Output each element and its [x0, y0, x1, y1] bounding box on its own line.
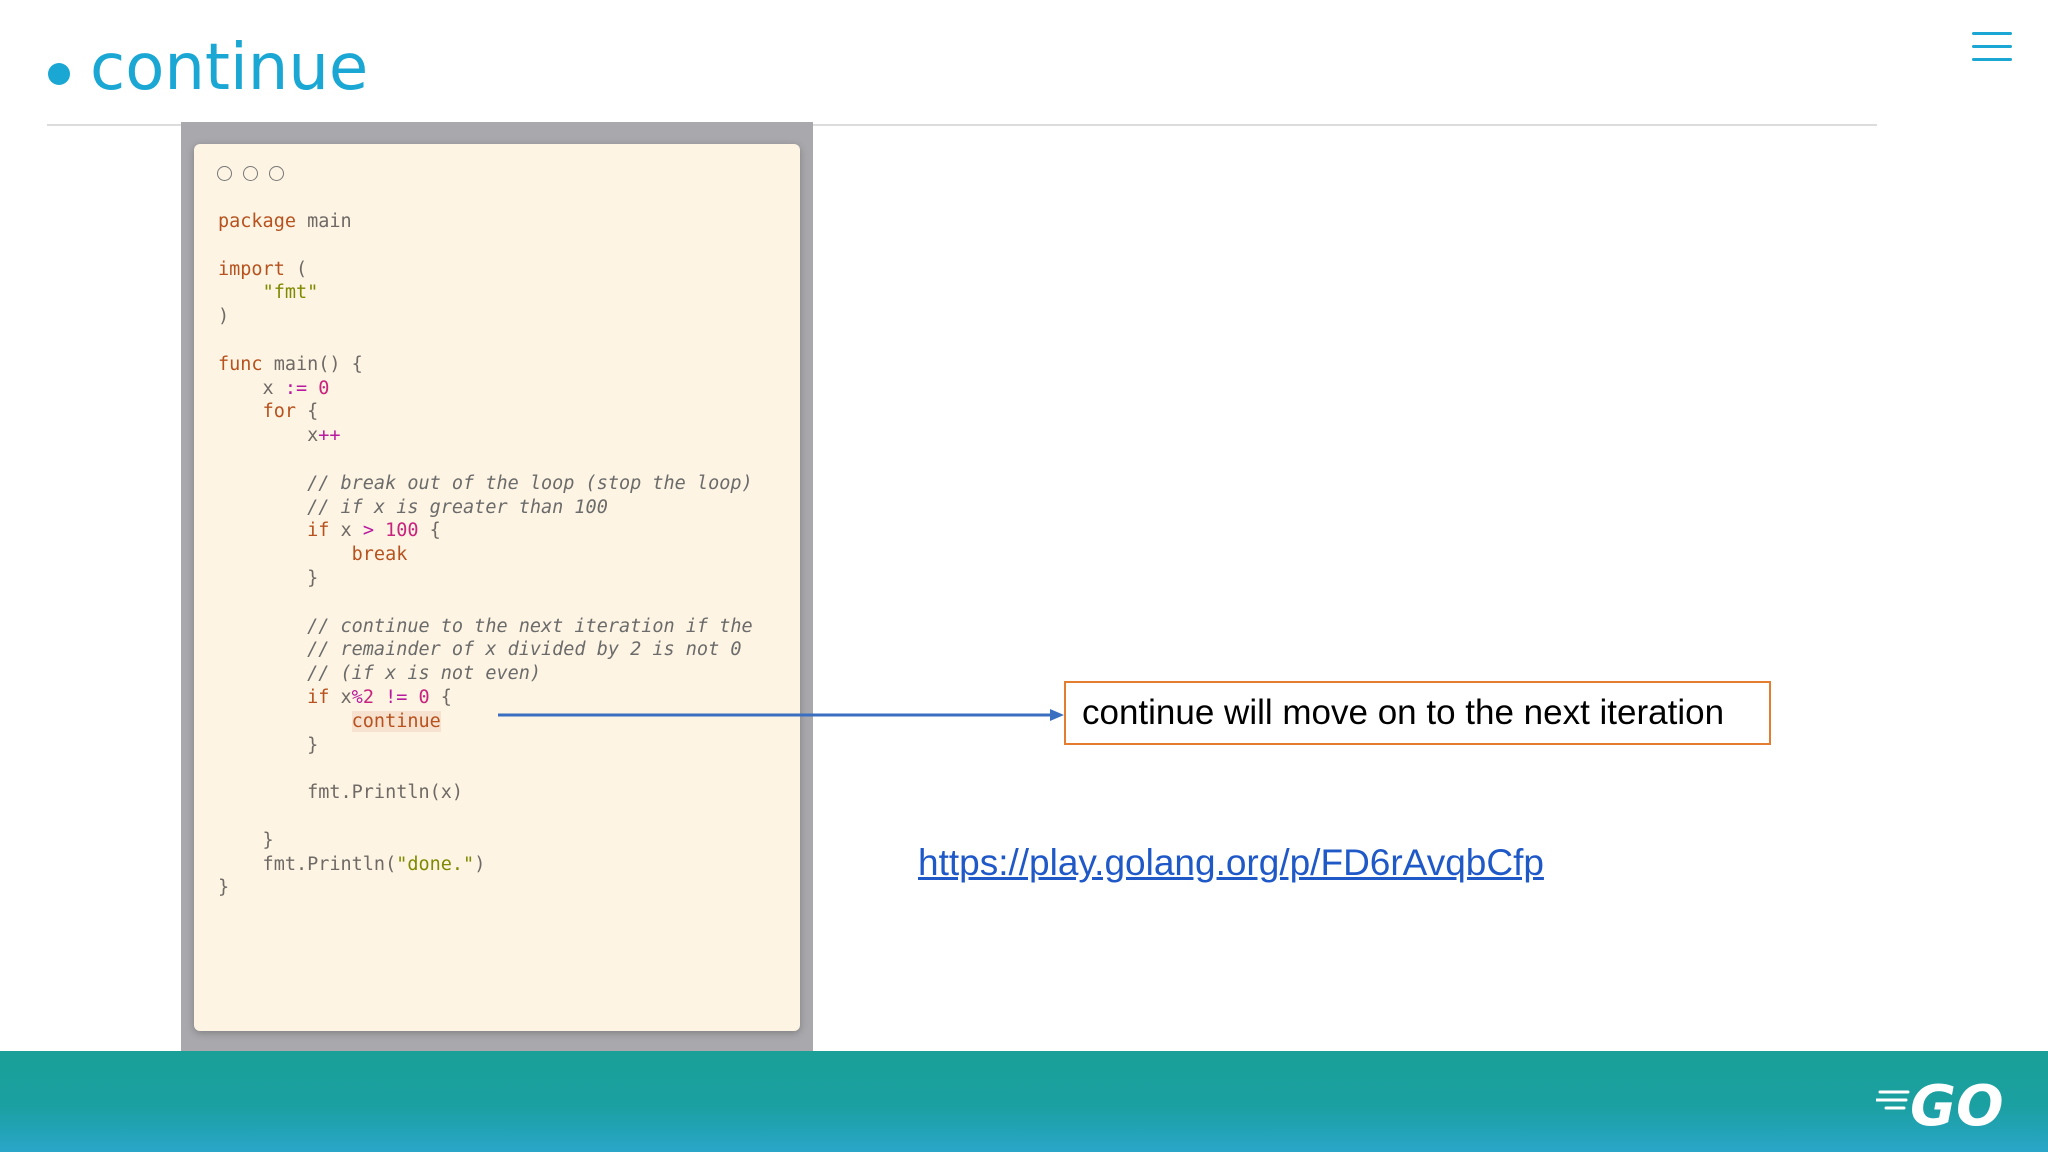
menu-icon[interactable] — [1972, 30, 2012, 64]
code-line: // remainder of x divided by 2 is not 0 — [218, 639, 742, 661]
footer-bar — [0, 1051, 2048, 1152]
code-line: fmt.Println("done.") — [218, 853, 486, 875]
code-token: func — [218, 353, 263, 375]
code-token: { — [429, 686, 452, 708]
code-line: ) — [218, 306, 229, 327]
code-token: // continue to the next iteration if the — [307, 615, 753, 637]
code-token: x — [218, 377, 285, 399]
code-token: ) — [218, 306, 230, 328]
code-token: { — [295, 401, 319, 423]
slide-title: continue — [48, 28, 368, 108]
code-line: // break out of the loop (stop the loop) — [218, 473, 753, 494]
code-line: for { — [218, 401, 319, 423]
slide-title-text: continue — [90, 31, 369, 105]
code-screenshot-frame: package main import ( "fmt" ) func main(… — [181, 122, 813, 1052]
code-token: main — [295, 211, 352, 232]
code-line: // (if x is not even) — [218, 663, 541, 684]
code-token: % — [351, 686, 363, 708]
code-token: x — [218, 425, 319, 447]
highlighted-keyword: continue — [351, 710, 441, 732]
code-token: > — [362, 520, 374, 542]
code-line: import ( — [218, 259, 307, 280]
code-line: x := 0 — [218, 377, 330, 399]
code-token: // (if x is not even) — [307, 663, 542, 685]
code-token: } — [218, 829, 274, 851]
code-token: ) — [474, 853, 486, 875]
callout-box: continue will move on to the next iterat… — [1064, 681, 1771, 745]
playground-link[interactable]: https://play.golang.org/p/FD6rAvqbCfp — [918, 842, 1544, 884]
code-line: } — [218, 877, 229, 898]
code-line: "fmt" — [218, 282, 319, 304]
code-line: func main() { — [218, 354, 363, 375]
code-token: break — [351, 544, 408, 566]
code-token: { — [418, 520, 441, 542]
code-block: package main import ( "fmt" ) func main(… — [218, 210, 753, 900]
code-token: // remainder of x divided by 2 is not 0 — [307, 639, 742, 661]
code-token: fmt.Println( — [218, 853, 397, 875]
code-token: fmt.Println(x) — [218, 782, 464, 804]
code-token: 0 — [318, 377, 330, 399]
code-line: continue — [218, 710, 441, 732]
code-line: fmt.Println(x) — [218, 782, 463, 803]
code-line: package main — [218, 211, 352, 232]
code-token: := — [284, 377, 308, 399]
code-token: import — [218, 258, 285, 280]
code-line: // if x is greater than 100 — [218, 497, 608, 518]
code-token: x — [329, 520, 363, 542]
code-token: "fmt" — [262, 282, 319, 304]
code-token: main() { — [262, 353, 363, 375]
code-token: 2 — [362, 686, 374, 708]
code-line: } — [218, 830, 274, 851]
code-token: // if x is greater than 100 — [307, 496, 608, 518]
code-line: if x%2 != 0 { — [218, 687, 452, 708]
code-token: "done." — [396, 853, 475, 875]
code-token: x — [329, 686, 352, 708]
code-line: if x > 100 { — [218, 520, 441, 541]
code-token: // break out of the loop (stop the loop) — [307, 472, 753, 494]
code-token: package — [218, 211, 296, 232]
svg-text:GO: GO — [1910, 1074, 2004, 1134]
code-line: // continue to the next iteration if the — [218, 616, 753, 637]
code-token: } — [218, 734, 319, 756]
code-window: package main import ( "fmt" ) func main(… — [194, 144, 800, 1031]
code-line: break — [218, 544, 408, 566]
code-token: for — [262, 401, 296, 423]
code-token: if — [307, 686, 330, 708]
code-line: x++ — [218, 425, 341, 447]
code-token: } — [218, 877, 230, 899]
code-line: } — [218, 735, 318, 756]
code-token: 0 — [418, 686, 430, 708]
go-logo-icon: GO — [1876, 1074, 2004, 1134]
code-token: 100 — [385, 520, 419, 542]
code-token: } — [218, 567, 319, 589]
code-token: ( — [284, 258, 308, 280]
code-line: } — [218, 568, 318, 589]
code-token: ++ — [318, 425, 341, 447]
code-token: if — [307, 520, 330, 542]
code-token: != — [385, 686, 408, 708]
window-dots-icon — [217, 166, 284, 181]
bullet-icon — [48, 63, 70, 85]
